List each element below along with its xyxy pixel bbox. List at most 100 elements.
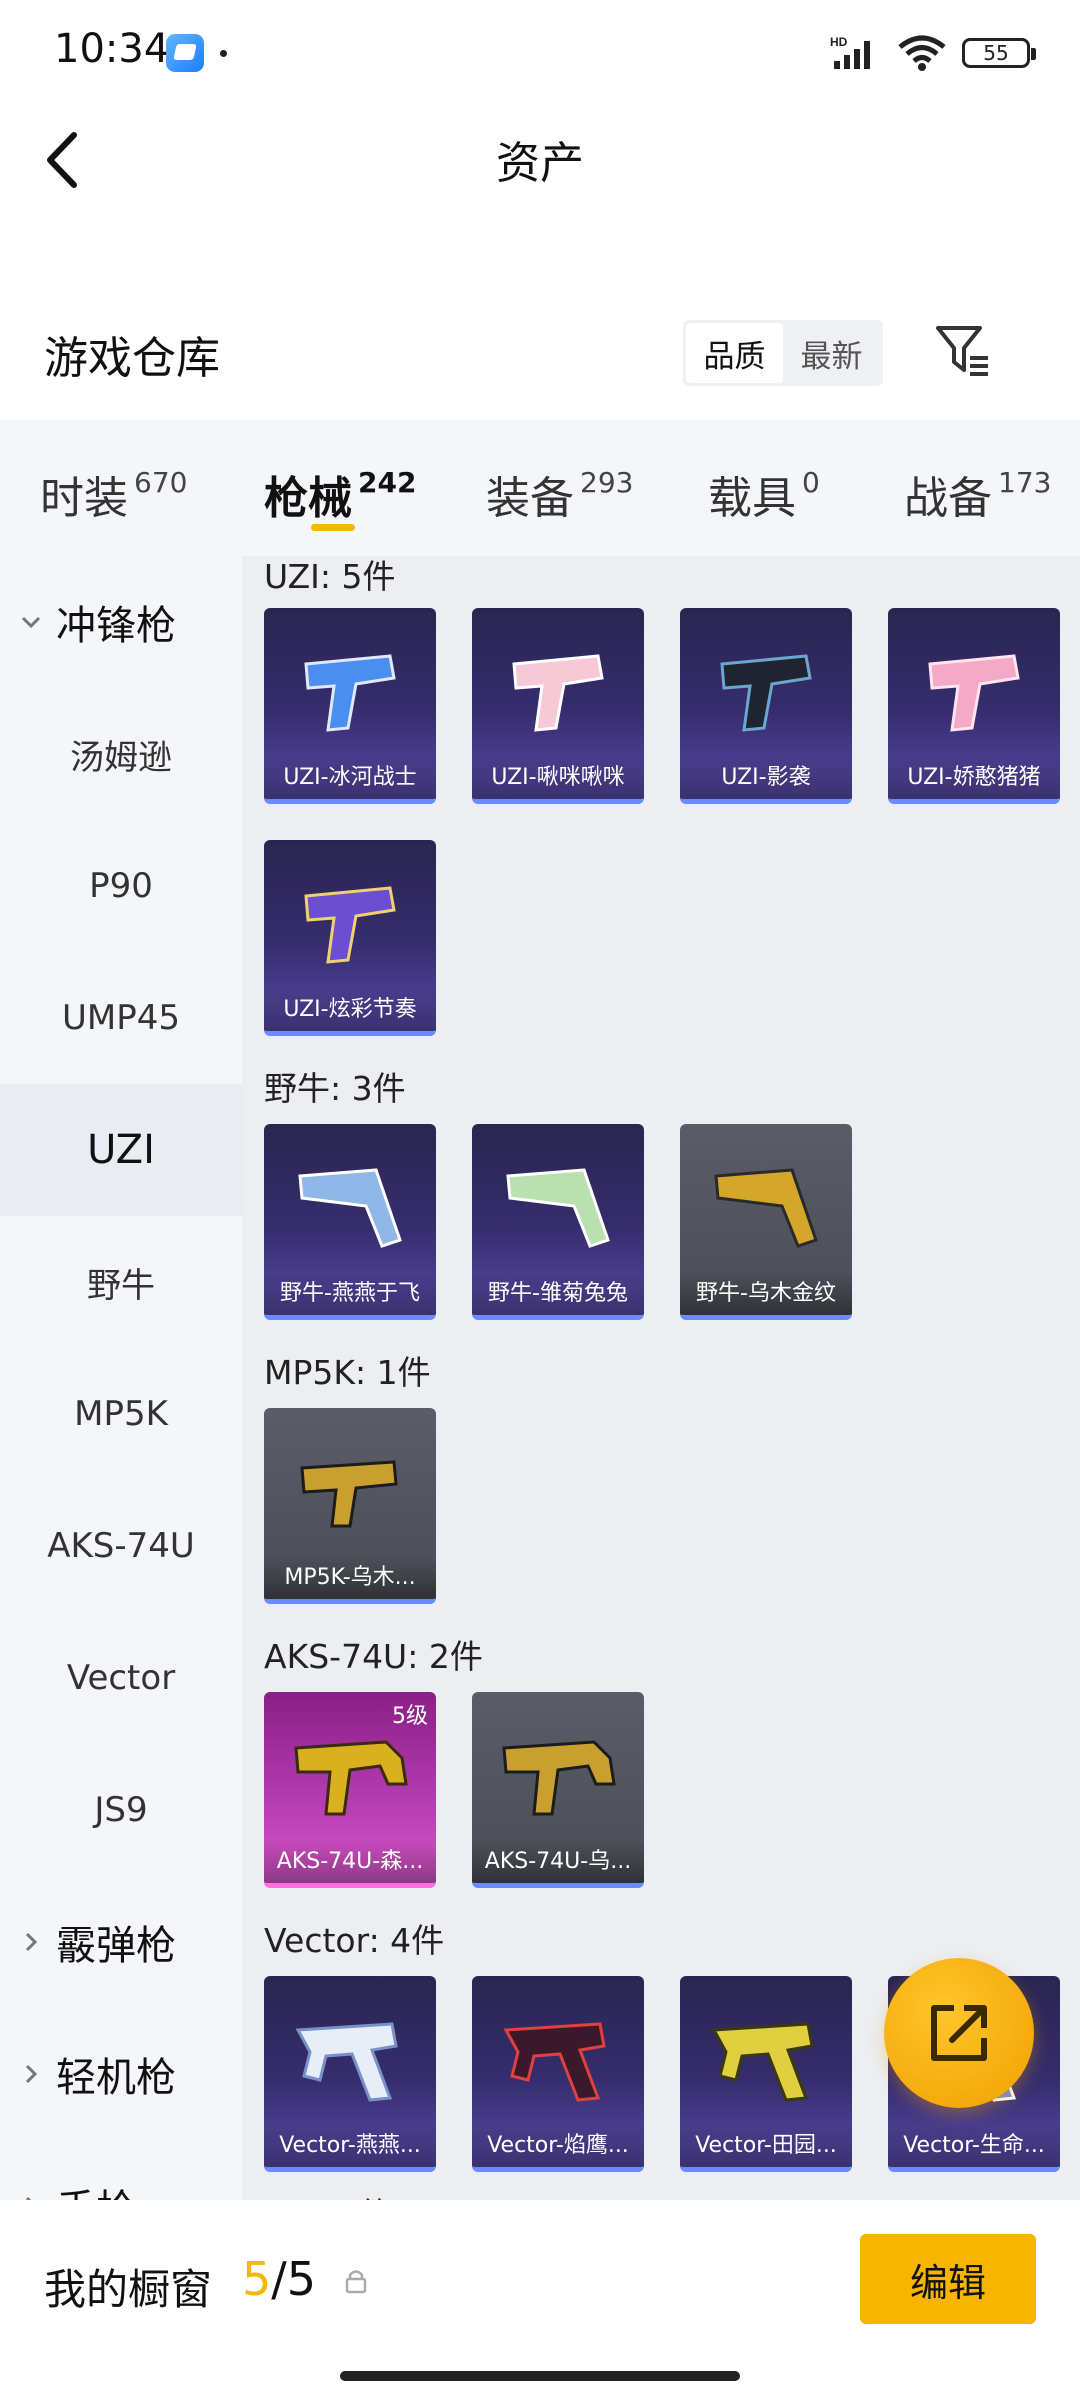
battery-level: 55: [983, 41, 1009, 65]
sidebar-group-smg[interactable]: 冲锋枪: [0, 556, 242, 688]
sidebar-item-vector[interactable]: Vector: [0, 1612, 242, 1744]
sidebar-group-label: 轻机枪: [56, 2055, 176, 2101]
sort-newest-button[interactable]: 最新: [783, 323, 880, 383]
skin-card[interactable]: AKS-74U-乌...: [472, 1692, 644, 1888]
skin-card[interactable]: UZI-影袭: [680, 608, 852, 804]
tab-label: 装备: [486, 473, 574, 524]
skin-card[interactable]: 野牛-雏菊兔兔: [472, 1124, 644, 1320]
smg-skin-icon: [928, 654, 1020, 732]
skin-name: AKS-74U-乌...: [472, 1841, 644, 1883]
sort-quality-button[interactable]: 品质: [686, 323, 783, 383]
tab-count: 670: [134, 466, 188, 499]
showcase-total: /5: [271, 2252, 317, 2306]
skin-card[interactable]: 5级 AKS-74U-森...: [264, 1692, 436, 1888]
smg-skin-icon: [304, 886, 396, 964]
tab-label: 枪械: [264, 473, 352, 524]
group-header-aks74u: AKS-74U: 2件: [264, 1637, 483, 1676]
tab-count: 293: [580, 466, 634, 499]
sidebar-group-shotgun[interactable]: 霰弹枪: [0, 1876, 242, 2008]
smg-skin-icon: [503, 2022, 606, 2102]
share-button[interactable]: [884, 1958, 1034, 2108]
weapon-type-sidebar: 冲锋枪 汤姆逊 P90 UMP45 UZI 野牛 MP5K AKS-74U Ve…: [0, 556, 242, 2200]
skin-name: MP5K-乌木...: [264, 1557, 436, 1599]
smg-skin-icon: [711, 2022, 814, 2102]
tab-vehicles[interactable]: 载具 0: [708, 462, 820, 526]
tab-label: 载具: [708, 473, 796, 524]
showcase-bar: 我的橱窗 5/5 编辑: [0, 2200, 1080, 2400]
notification-dot-icon: [220, 50, 227, 57]
signal-icon: HD: [830, 35, 870, 69]
sidebar-group-pistol[interactable]: 手枪: [0, 2140, 242, 2200]
sidebar-item-thompson[interactable]: 汤姆逊: [0, 688, 242, 820]
group-header-js9: JS9: 1件: [264, 2188, 391, 2200]
skin-name: Vector-田园...: [680, 2125, 852, 2167]
skin-name: UZI-啾咪啾咪: [472, 757, 644, 799]
wifi-icon: [898, 35, 946, 71]
network-type-label: HD: [830, 35, 848, 49]
sidebar-group-label: 手枪: [56, 2177, 136, 2200]
sidebar-group-label: 霰弹枪: [56, 1923, 176, 1969]
rifle-skin-icon: [502, 1740, 616, 1816]
chevron-right-icon: [25, 1932, 38, 1952]
status-time: 10:34: [54, 26, 170, 72]
skin-card[interactable]: UZI-冰河战士: [264, 608, 436, 804]
sidebar-item-p90[interactable]: P90: [0, 820, 242, 952]
skin-card[interactable]: Vector-田园...: [680, 1976, 852, 2172]
tab-count: 0: [802, 466, 820, 499]
showcase-title: 我的橱窗: [44, 2265, 213, 2314]
skin-card[interactable]: Vector-燕燕...: [264, 1976, 436, 2172]
page-title: 资产: [496, 138, 584, 189]
home-indicator[interactable]: [340, 2371, 740, 2381]
skin-name: 野牛-燕燕于飞: [264, 1273, 436, 1315]
sidebar-item-mp5k[interactable]: MP5K: [0, 1348, 242, 1480]
showcase-current: 5: [242, 2252, 272, 2306]
tab-fashion[interactable]: 时装 670: [40, 462, 187, 526]
skin-card[interactable]: 野牛-乌木金纹: [680, 1124, 852, 1320]
skin-name: AKS-74U-森...: [264, 1841, 436, 1883]
tab-equipment[interactable]: 装备 293: [486, 462, 633, 526]
skin-name: UZI-冰河战士: [264, 757, 436, 799]
sidebar-item-js9[interactable]: JS9: [0, 1744, 242, 1876]
group-header-bison: 野牛: 3件: [264, 1069, 406, 1108]
chevron-right-icon: [25, 2064, 38, 2084]
skin-card[interactable]: UZI-娇憨猪猪: [888, 608, 1060, 804]
sidebar-group-lmg[interactable]: 轻机枪: [0, 2008, 242, 2140]
rifle-skin-icon: [294, 1740, 408, 1816]
edit-button[interactable]: 编辑: [860, 2234, 1036, 2324]
filter-icon[interactable]: [934, 322, 992, 380]
skin-name: 野牛-雏菊兔兔: [472, 1273, 644, 1315]
app-notification-icon: [166, 34, 204, 72]
skin-card[interactable]: 野牛-燕燕于飞: [264, 1124, 436, 1320]
skin-name: Vector-燕燕...: [264, 2125, 436, 2167]
smg-skin-icon: [720, 654, 812, 732]
skin-card[interactable]: Vector-焰鹰...: [472, 1976, 644, 2172]
skin-name: UZI-娇憨猪猪: [888, 757, 1060, 799]
smg-skin-icon: [512, 654, 604, 732]
skin-card[interactable]: UZI-炫彩节奏: [264, 840, 436, 1036]
category-tabs: 时装 670 枪械 242 装备 293 载具 0 战备 173: [0, 420, 1080, 556]
active-tab-indicator: [311, 524, 355, 531]
sidebar-item-aks74u[interactable]: AKS-74U: [0, 1480, 242, 1612]
tab-guns[interactable]: 枪械 242: [264, 462, 416, 526]
tab-count: 242: [358, 466, 417, 499]
skin-card[interactable]: MP5K-乌木...: [264, 1408, 436, 1604]
status-icons: HD 55: [830, 33, 1036, 73]
page-header: 资产: [0, 105, 1080, 215]
smg-skin-icon: [506, 1168, 610, 1248]
skin-card[interactable]: UZI-啾咪啾咪: [472, 608, 644, 804]
skin-name: UZI-炫彩节奏: [264, 989, 436, 1031]
chevron-right-icon: [25, 2196, 32, 2200]
smg-skin-icon: [304, 654, 396, 732]
status-bar: 10:34 HD 55: [0, 0, 1080, 105]
group-header-vector: Vector: 4件: [264, 1921, 445, 1960]
sidebar-item-bison[interactable]: 野牛: [0, 1216, 242, 1348]
smg-skin-icon: [714, 1168, 818, 1248]
skin-name: Vector-焰鹰...: [472, 2125, 644, 2167]
skin-grid: UZI: 5件 UZI-冰河战士 UZI-啾咪啾咪 UZI-影袭 UZI-娇憨猪…: [242, 556, 1080, 2200]
tab-count: 173: [998, 466, 1052, 499]
skin-name: UZI-影袭: [680, 757, 852, 799]
tab-supplies[interactable]: 战备 173: [904, 462, 1051, 526]
sidebar-group-label: 冲锋枪: [56, 603, 176, 649]
sidebar-item-ump45[interactable]: UMP45: [0, 952, 242, 1084]
sidebar-item-uzi[interactable]: UZI: [0, 1084, 242, 1216]
